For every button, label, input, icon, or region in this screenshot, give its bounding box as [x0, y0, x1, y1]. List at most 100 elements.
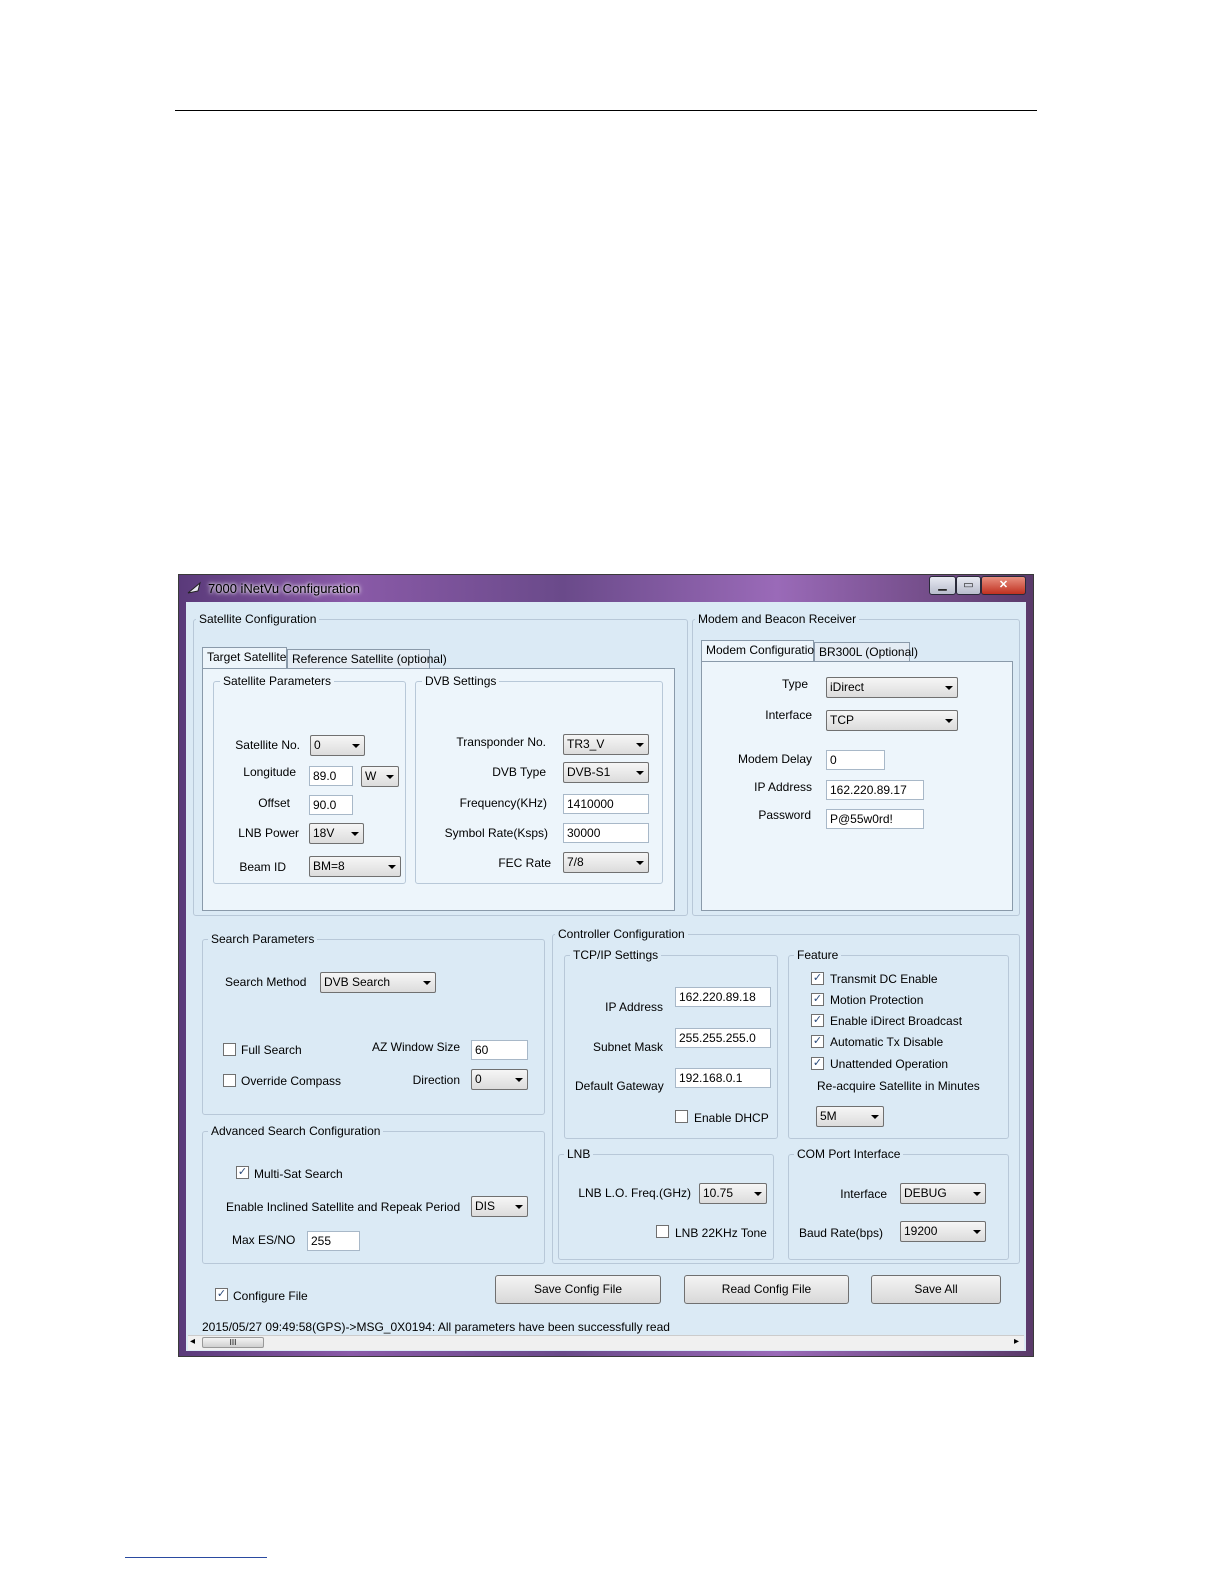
save-config-file-button[interactable]: Save Config File [495, 1275, 661, 1304]
lnb-power-dropdown[interactable]: 18V [309, 823, 364, 844]
config-window: 7000 iNetVu Configuration ▁ ▭ ✕ Satellit… [178, 574, 1034, 1357]
frequency-label: Frequency(KHz) [459, 796, 547, 810]
auto-tx-disable-checkbox[interactable]: ✓ [811, 1035, 824, 1048]
scroll-right-icon[interactable]: ▸ [1014, 1336, 1019, 1347]
maximize-button[interactable]: ▭ [956, 576, 981, 595]
modem-password-input[interactable]: P@55w0rd! [826, 809, 924, 829]
search-method-label: Search Method [225, 975, 307, 989]
lnb-power-label: LNB Power [238, 826, 299, 840]
dvb-type-label: DVB Type [492, 765, 546, 779]
search-method-dropdown[interactable]: DVB Search [320, 972, 436, 993]
tab-br300l[interactable]: BR300L (Optional) [814, 642, 918, 662]
offset-label: Offset [258, 796, 290, 810]
scroll-left-icon[interactable]: ◂ [190, 1336, 195, 1347]
configure-file-checkbox[interactable]: ✓ [215, 1288, 228, 1301]
search-parameters-group: Search Parameters Search Method DVB Sear… [202, 932, 545, 1115]
reacquire-label: Re-acquire Satellite in Minutes [817, 1079, 980, 1093]
modem-type-label: Type [781, 677, 808, 691]
fec-rate-label: FEC Rate [498, 856, 551, 870]
tab-target-satellite[interactable]: Target Satellite [202, 647, 287, 669]
lnb-22khz-tone-label: LNB 22KHz Tone [675, 1226, 767, 1240]
max-esno-input[interactable]: 255 [307, 1231, 360, 1251]
beam-id-dropdown[interactable]: BM=8 [309, 856, 401, 877]
inclined-satellite-dropdown[interactable]: DIS [471, 1196, 528, 1217]
motion-protection-checkbox[interactable]: ✓ [811, 993, 824, 1006]
chevron-down-icon [973, 1230, 981, 1234]
modem-ip-input[interactable]: 162.220.89.17 [826, 780, 924, 800]
horizontal-scrollbar[interactable]: ◂ III ▸ [188, 1335, 1024, 1350]
advanced-search-group: Advanced Search Configuration ✓ Multi-Sa… [202, 1124, 545, 1264]
frequency-input[interactable]: 1410000 [563, 794, 649, 814]
group-title: COM Port Interface [794, 1147, 904, 1161]
idirect-broadcast-checkbox[interactable]: ✓ [811, 1014, 824, 1027]
lnb-lo-freq-label: LNB L.O. Freq.(GHz) [578, 1186, 691, 1200]
group-title: Modem and Beacon Receiver [695, 612, 860, 626]
group-title: DVB Settings [422, 674, 500, 688]
group-title: Satellite Configuration [196, 612, 320, 626]
beam-id-label: Beam ID [239, 860, 286, 874]
transmit-dc-checkbox[interactable]: ✓ [811, 972, 824, 985]
page-top-rule [175, 110, 1037, 111]
chevron-down-icon [423, 981, 431, 985]
lnb-lo-freq-dropdown[interactable]: 10.75 [699, 1183, 767, 1204]
max-esno-label: Max ES/NO [232, 1233, 296, 1247]
offset-input[interactable]: 90.0 [309, 795, 353, 815]
satellite-parameters-group: Satellite Parameters Satellite No. 0 Lon… [213, 674, 406, 884]
close-button[interactable]: ✕ [981, 576, 1026, 595]
window-title: 7000 iNetVu Configuration [208, 581, 361, 596]
modem-ip-label: IP Address [754, 780, 812, 794]
full-search-checkbox[interactable] [223, 1043, 236, 1056]
default-gateway-input[interactable]: 192.168.0.1 [675, 1068, 771, 1088]
direction-dropdown[interactable]: 0 [471, 1069, 528, 1090]
chevron-down-icon [945, 719, 953, 723]
az-window-input[interactable]: 60 [471, 1040, 528, 1060]
reacquire-dropdown[interactable]: 5M [816, 1106, 884, 1127]
com-interface-dropdown[interactable]: DEBUG [900, 1183, 986, 1204]
enable-dhcp-checkbox[interactable] [675, 1110, 688, 1123]
satellite-no-dropdown[interactable]: 0 [310, 735, 365, 756]
controller-ip-input[interactable]: 162.220.89.18 [675, 987, 771, 1007]
minimize-button[interactable]: ▁ [929, 576, 956, 595]
controller-configuration-group: Controller Configuration TCP/IP Settings… [552, 927, 1020, 1264]
subnet-mask-input[interactable]: 255.255.255.0 [675, 1028, 771, 1048]
symbol-rate-label: Symbol Rate(Ksps) [444, 826, 548, 840]
override-compass-checkbox[interactable] [223, 1074, 236, 1087]
subnet-mask-label: Subnet Mask [592, 1040, 663, 1054]
group-title: LNB [564, 1147, 594, 1161]
chevron-down-icon [351, 832, 359, 836]
unattended-operation-checkbox[interactable]: ✓ [811, 1057, 824, 1070]
fec-rate-dropdown[interactable]: 7/8 [563, 852, 649, 873]
motion-protection-label: Motion Protection [830, 993, 924, 1007]
modem-type-dropdown[interactable]: iDirect [826, 677, 958, 698]
scroll-thumb[interactable]: III [202, 1337, 264, 1348]
multi-sat-search-checkbox[interactable]: ✓ [236, 1166, 249, 1179]
symbol-rate-input[interactable]: 30000 [563, 823, 649, 843]
lnb-group: LNB LNB L.O. Freq.(GHz) 10.75 LNB 22KHz … [558, 1147, 774, 1260]
chevron-down-icon [945, 686, 953, 690]
tab-reference-satellite[interactable]: Reference Satellite (optional) [287, 649, 447, 669]
transponder-label: Transponder No. [456, 735, 546, 749]
modem-delay-input[interactable]: 0 [826, 750, 885, 770]
com-port-group: COM Port Interface Interface DEBUG Baud … [788, 1147, 1009, 1260]
read-config-file-button[interactable]: Read Config File [684, 1275, 849, 1304]
save-all-button[interactable]: Save All [871, 1275, 1001, 1304]
baud-rate-dropdown[interactable]: 19200 [900, 1221, 986, 1242]
transponder-dropdown[interactable]: TR3_V [563, 734, 649, 755]
chevron-down-icon [871, 1115, 879, 1119]
target-satellite-panel: Satellite Parameters Satellite No. 0 Lon… [202, 668, 675, 911]
longitude-direction-dropdown[interactable]: W [361, 766, 399, 787]
longitude-input[interactable]: 89.0 [309, 766, 353, 786]
chevron-down-icon [386, 775, 394, 779]
chevron-down-icon [636, 771, 644, 775]
dvb-type-dropdown[interactable]: DVB-S1 [563, 762, 649, 783]
tcpip-settings-group: TCP/IP Settings IP Address 162.220.89.18… [564, 948, 778, 1139]
lnb-22khz-tone-checkbox[interactable] [656, 1225, 669, 1238]
chevron-down-icon [636, 861, 644, 865]
title-bar[interactable]: 7000 iNetVu Configuration ▁ ▭ ✕ [179, 575, 1033, 601]
direction-label: Direction [412, 1073, 460, 1087]
modem-interface-dropdown[interactable]: TCP [826, 710, 958, 731]
auto-tx-disable-label: Automatic Tx Disable [830, 1035, 944, 1049]
modem-interface-label: Interface [765, 708, 812, 722]
default-gateway-label: Default Gateway [575, 1079, 664, 1093]
tab-modem-configuration[interactable]: Modem Configuration [701, 640, 821, 662]
